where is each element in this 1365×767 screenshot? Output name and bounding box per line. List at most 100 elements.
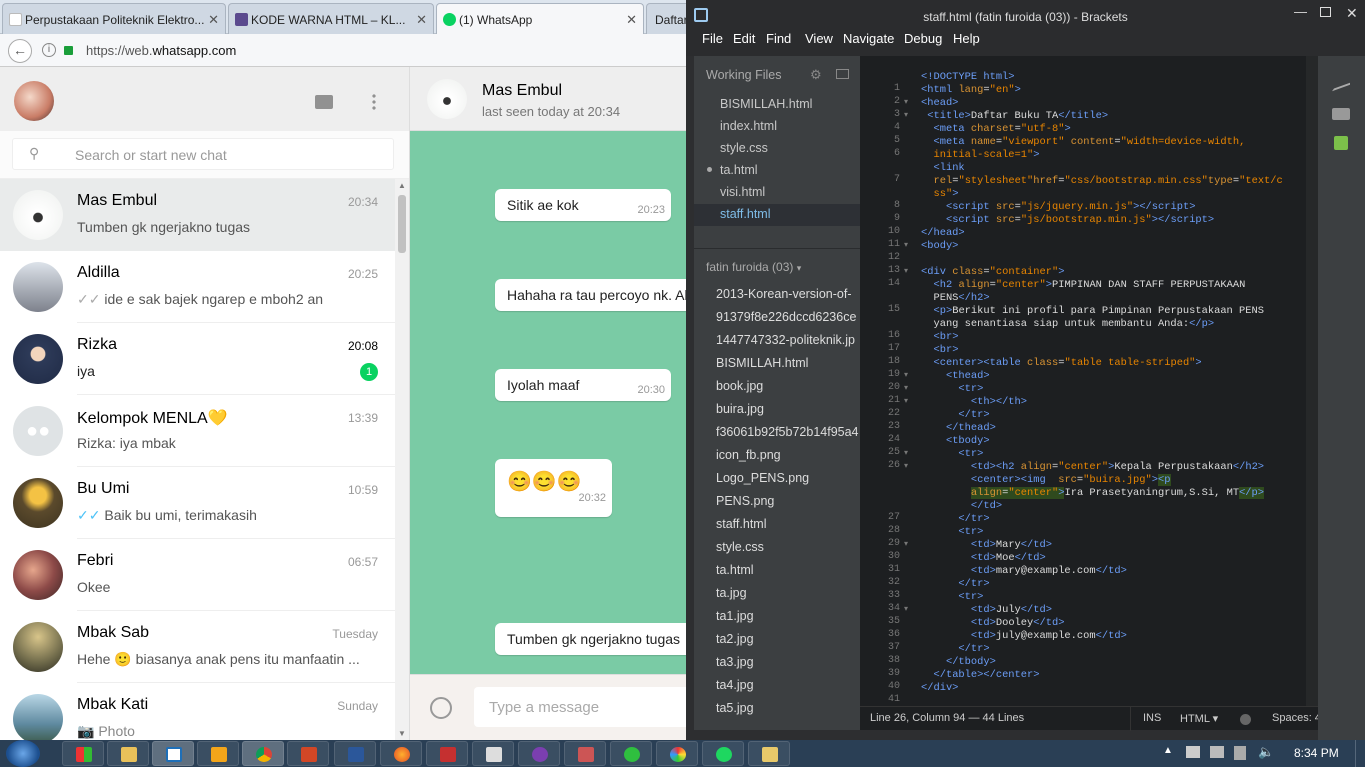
message-bubble[interactable]: Iyolah maaf 20:30 [495, 369, 671, 401]
linter-icon[interactable] [1240, 714, 1251, 725]
taskbar-app[interactable] [656, 741, 698, 766]
taskbar-app[interactable] [152, 741, 194, 766]
project-file[interactable]: ta5.jpg [716, 701, 754, 715]
tray-expand-icon[interactable]: ▲ [1163, 745, 1173, 756]
new-chat-icon[interactable] [315, 95, 333, 109]
project-file[interactable]: Logo_PENS.png [716, 471, 809, 485]
tab-perpustakaan[interactable]: Perpustakaan Politeknik Elektro... ✕ [2, 3, 226, 34]
extension-manager-icon[interactable] [1332, 108, 1350, 120]
system-clock[interactable]: 8:34 PM [1294, 746, 1339, 760]
chat-item[interactable]: Mbak Kati Sunday 📷 Photo [0, 683, 395, 740]
search-input[interactable]: ⚲ Search or start new chat [12, 138, 394, 170]
taskbar-app[interactable] [426, 741, 468, 766]
back-button[interactable]: ← [8, 39, 32, 63]
chat-item[interactable]: Febri 06:57 Okee [0, 539, 395, 611]
tab-kode-warna[interactable]: KODE WARNA HTML – KL... ✕ [228, 3, 434, 34]
chat-item[interactable]: Bu Umi 10:59 ✓✓ Baik bu umi, terimakasih [0, 467, 395, 539]
taskbar-app[interactable] [62, 741, 104, 766]
chat-item[interactable]: Mas Embul 20:34 Tumben gk ngerjakno tuga… [0, 179, 395, 251]
chat-item[interactable]: ●● Kelompok MENLA💛 13:39 Rizka: iya mbak [0, 395, 395, 467]
taskbar-app[interactable] [242, 741, 284, 766]
project-file[interactable]: 1447747332-politeknik.jp [716, 333, 855, 347]
volume-icon[interactable]: 🔈 [1258, 744, 1274, 760]
menu-find[interactable]: Find [766, 31, 791, 46]
menu-debug[interactable]: Debug [904, 31, 942, 46]
project-file[interactable]: icon_fb.png [716, 448, 781, 462]
chat-item[interactable]: Rizka 20:08 iya 1 [0, 323, 395, 395]
project-file[interactable]: ta4.jpg [716, 678, 754, 692]
project-file[interactable]: f36061b92f5b72b14f95a4 [716, 425, 859, 439]
chat-item[interactable]: Aldilla 20:25 ✓✓ ide e sak bajek ngarep … [0, 251, 395, 323]
fold-arrow-icon[interactable]: ▾ [904, 396, 908, 405]
live-preview-icon[interactable] [1332, 74, 1350, 92]
menu-icon[interactable] [372, 93, 376, 111]
menu-help[interactable]: Help [953, 31, 980, 46]
message-bubble[interactable]: 😊😊😊 20:32 [495, 459, 612, 517]
gear-icon[interactable]: ⚙ [810, 67, 822, 83]
project-file[interactable]: ta3.jpg [716, 655, 754, 669]
chat-item[interactable]: Mbak Sab Tuesday Hehe 🙂 biasanya anak pe… [0, 611, 395, 683]
working-file[interactable]: index.html [720, 119, 777, 133]
close-icon[interactable]: ✕ [1346, 5, 1358, 22]
fold-arrow-icon[interactable]: ▾ [904, 97, 908, 106]
battery-icon[interactable] [1234, 746, 1246, 760]
code-editor[interactable]: 1 2 ▾ 3 ▾ 4 5 6 7 8 9 10 11 ▾ 12 13 ▾ 14 15 16 17 18 19 ▾ 20 ▾ 21 ▾… [860, 56, 1318, 730]
emoji-icon[interactable] [430, 697, 452, 719]
project-file[interactable]: ta2.jpg [716, 632, 754, 646]
taskbar-app[interactable] [380, 741, 422, 766]
contact-avatar[interactable] [427, 79, 467, 119]
project-file[interactable]: ta.jpg [716, 586, 747, 600]
working-file[interactable]: style.css [720, 141, 768, 155]
minimize-icon[interactable]: — [1294, 4, 1307, 19]
taskbar-app[interactable] [107, 741, 149, 766]
project-dropdown[interactable]: fatin furoida (03) ▾ [706, 260, 801, 274]
info-icon[interactable]: i [42, 43, 56, 57]
close-tab-icon[interactable]: ✕ [208, 12, 219, 28]
project-file[interactable]: ta1.jpg [716, 609, 754, 623]
message-input[interactable]: Type a message [474, 687, 686, 727]
close-tab-icon[interactable]: ✕ [416, 12, 427, 28]
message-bubble[interactable]: Tumben gk ngerjakno tugas [495, 623, 686, 655]
taskbar-app[interactable] [197, 741, 239, 766]
editor-scrollbar[interactable] [1306, 56, 1318, 706]
taskbar-app[interactable] [610, 741, 652, 766]
fold-arrow-icon[interactable]: ▾ [904, 110, 908, 119]
insert-mode[interactable]: INS [1143, 712, 1161, 724]
taskbar-app[interactable] [702, 741, 744, 766]
network-icon[interactable] [1210, 746, 1224, 758]
taskbar-app[interactable] [518, 741, 560, 766]
fold-arrow-icon[interactable]: ▾ [904, 539, 908, 548]
message-bubble[interactable]: Hahaha ra tau percoyo nk. Al [495, 279, 686, 311]
fold-arrow-icon[interactable]: ▾ [904, 448, 908, 457]
menu-edit[interactable]: Edit [733, 31, 755, 46]
project-file[interactable]: 2013-Korean-version-of- [716, 287, 852, 301]
fold-arrow-icon[interactable]: ▾ [904, 461, 908, 470]
project-file[interactable]: style.css [716, 540, 764, 554]
taskbar-app[interactable] [334, 741, 376, 766]
contact-name[interactable]: Mas Embul [482, 82, 562, 100]
gift-icon[interactable] [1334, 136, 1348, 150]
menu-view[interactable]: View [805, 31, 833, 46]
action-center-icon[interactable] [1186, 746, 1200, 758]
taskbar-app[interactable] [564, 741, 606, 766]
avatar[interactable] [14, 81, 54, 121]
indent-setting[interactable]: Spaces: 4 [1272, 712, 1321, 724]
project-file[interactable]: buira.jpg [716, 402, 764, 416]
project-file[interactable]: PENS.png [716, 494, 774, 508]
fold-arrow-icon[interactable]: ▾ [904, 604, 908, 613]
start-button[interactable] [6, 740, 40, 767]
fold-arrow-icon[interactable]: ▾ [904, 383, 908, 392]
working-file-active[interactable]: staff.html [720, 207, 770, 221]
project-file[interactable]: BISMILLAH.html [716, 356, 808, 370]
working-file[interactable]: visi.html [720, 185, 765, 199]
working-file[interactable]: BISMILLAH.html [720, 97, 812, 111]
menu-file[interactable]: File [702, 31, 723, 46]
fold-arrow-icon[interactable]: ▾ [904, 266, 908, 275]
taskbar-app[interactable] [472, 741, 514, 766]
chat-list-scrollbar[interactable]: ▲ ▼ [395, 179, 409, 740]
message-bubble[interactable]: Sitik ae kok 20:23 [495, 189, 671, 221]
fold-arrow-icon[interactable]: ▾ [904, 240, 908, 249]
project-file[interactable]: ta.html [716, 563, 754, 577]
project-file[interactable]: book.jpg [716, 379, 763, 393]
maximize-icon[interactable] [1320, 7, 1331, 17]
